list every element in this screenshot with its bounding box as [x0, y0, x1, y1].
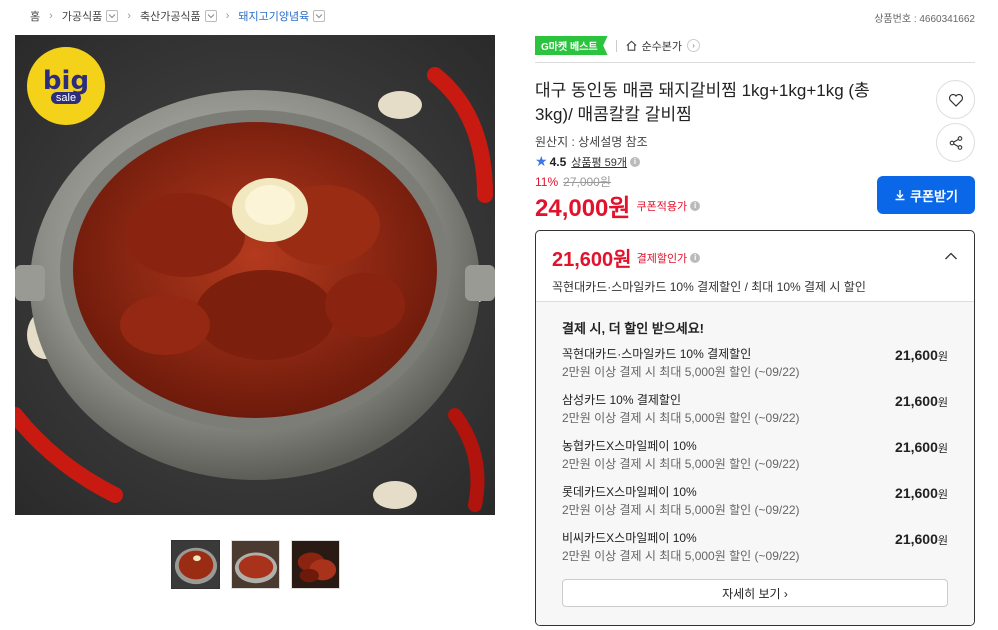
review-link[interactable]: 상품평 59개 [571, 154, 627, 170]
star-icon: ★ [535, 153, 548, 169]
card-price-value: 21,600 [895, 347, 938, 363]
gmarket-best-badge: G마켓 베스트 [535, 36, 608, 55]
sale-price: 24,000원 [535, 195, 631, 222]
breadcrumb-processed-food-label[interactable]: 가공식품 [62, 8, 102, 24]
card-discount-row: 삼성카드 10% 결제할인 2만원 이상 결제 시 최대 5,000원 할인 (… [562, 391, 948, 437]
product-number: 상품번호 : 4660341662 [874, 14, 975, 25]
big-sale-sale-text: sale [50, 92, 82, 104]
chevron-up-icon[interactable] [944, 249, 958, 263]
breadcrumb-pork[interactable]: 돼지고기양념육 [238, 8, 326, 24]
heart-icon [948, 93, 963, 107]
chevron-right-icon[interactable]: › [687, 39, 701, 52]
rating-row: ★ 4.5 상품평 59개 i [535, 153, 641, 170]
big-sale-badge: big sale [27, 47, 105, 125]
breadcrumb-separator: › [225, 10, 230, 22]
payment-price-label: 결제할인가 [636, 252, 688, 265]
card-price-unit: 원 [937, 351, 948, 363]
card-price: 21,600원 [895, 439, 948, 483]
rating-score: 4.5 [549, 154, 567, 169]
main-product-image[interactable]: big sale [15, 35, 495, 515]
info-icon[interactable]: i [630, 156, 641, 167]
get-coupon-button[interactable]: 쿠폰받기 [877, 176, 975, 214]
product-title: 대구 동인동 매콤 돼지갈비찜 1kg+1kg+1kg (총 3kg)/ 매콤칼… [535, 81, 870, 124]
thumbnail-3[interactable] [291, 540, 340, 589]
breadcrumb-livestock[interactable]: 축산가공식품 [140, 8, 217, 24]
view-details-button[interactable]: 자세히 보기 › [562, 579, 948, 607]
payment-price: 21,600원 [552, 249, 632, 271]
chevron-down-icon[interactable] [313, 10, 326, 22]
divider [615, 39, 617, 52]
card-discount-row: 비씨카드X스마일페이 10% 2만원 이상 결제 시 최대 5,000원 할인 … [562, 529, 948, 575]
breadcrumb-livestock-label[interactable]: 축산가공식품 [140, 8, 201, 24]
share-button[interactable] [936, 123, 975, 162]
card-name: 비씨카드X스마일페이 10% [562, 531, 697, 545]
breadcrumb-separator: › [49, 10, 53, 22]
breadcrumb-home-label[interactable]: 홈 [30, 8, 40, 24]
card-name: 삼성카드 10% 결제할인 [562, 393, 682, 407]
product-info: G마켓 베스트 순수본가 › 대구 동인동 매콤 돼지갈비찜 1kg+1kg+1… [535, 35, 975, 626]
chevron-down-icon[interactable] [204, 10, 217, 22]
breadcrumb-home[interactable]: 홈 [30, 8, 40, 24]
card-price-value: 21,600 [895, 531, 938, 547]
thumbnail-2[interactable] [231, 540, 280, 589]
share-icon [949, 135, 962, 150]
payment-discount-header[interactable]: 21,600원 결제할인가 i 꼭현대카드·스마일카드 10% 결제할인 / 최… [536, 231, 974, 302]
card-price-unit: 원 [937, 443, 948, 455]
chevron-down-icon[interactable] [106, 10, 119, 22]
big-sale-big-text: big [42, 66, 90, 96]
breadcrumb-pork-label[interactable]: 돼지고기양념육 [238, 8, 309, 24]
download-icon [895, 190, 905, 201]
info-icon[interactable]: i [690, 200, 701, 211]
card-price-value: 21,600 [895, 485, 938, 501]
breadcrumb-separator: › [127, 10, 131, 22]
card-condition: 2만원 이상 결제 시 최대 5,000원 할인 (~09/22) [562, 549, 800, 563]
badge-row: G마켓 베스트 순수본가 › [535, 35, 975, 63]
card-price-value: 21,600 [895, 393, 938, 409]
card-discount-row: 농협카드X스마일페이 10% 2만원 이상 결제 시 최대 5,000원 할인 … [562, 437, 948, 483]
store-link[interactable]: 순수본가 › [625, 38, 701, 54]
card-discount-row: 롯데카드X스마일페이 10% 2만원 이상 결제 시 최대 5,000원 할인 … [562, 483, 948, 529]
payment-discount-panel: 21,600원 결제할인가 i 꼭현대카드·스마일카드 10% 결제할인 / 최… [535, 230, 975, 626]
breadcrumb-processed-food[interactable]: 가공식품 [62, 8, 119, 24]
coupon-price-label: 쿠폰적용가 [636, 200, 688, 213]
thumbnail-1[interactable] [171, 540, 220, 589]
wishlist-button[interactable] [936, 80, 975, 119]
card-price-value: 21,600 [895, 439, 938, 455]
card-price: 21,600원 [895, 393, 948, 437]
payment-description: 꼭현대카드·스마일카드 10% 결제할인 / 최대 10% 결제 시 할인 [552, 280, 866, 294]
card-price: 21,600원 [895, 347, 948, 391]
info-icon[interactable]: i [690, 252, 701, 263]
card-name: 롯데카드X스마일페이 10% [562, 485, 697, 499]
card-name: 꼭현대카드·스마일카드 10% 결제할인 [562, 347, 752, 361]
card-price-unit: 원 [937, 397, 948, 409]
discount-rate: 11% [535, 174, 559, 189]
card-discount-row: 꼭현대카드·스마일카드 10% 결제할인 2만원 이상 결제 시 최대 5,00… [562, 345, 948, 391]
card-price-unit: 원 [937, 489, 948, 501]
price-row: 24,000원 쿠폰적용가 i [535, 188, 701, 223]
card-condition: 2만원 이상 결제 시 최대 5,000원 할인 (~09/22) [562, 503, 800, 517]
get-coupon-label[interactable]: 쿠폰받기 [910, 186, 958, 205]
card-price-unit: 원 [937, 535, 948, 547]
card-condition: 2만원 이상 결제 시 최대 5,000원 할인 (~09/22) [562, 457, 800, 471]
card-condition: 2만원 이상 결제 시 최대 5,000원 할인 (~09/22) [562, 365, 800, 379]
thumbnail-list [171, 540, 340, 589]
card-price: 21,600원 [895, 531, 948, 575]
breadcrumb: 홈 › 가공식품 › 축산가공식품 › 돼지고기양념육 [30, 8, 326, 24]
payment-discount-list: 결제 시, 더 할인 받으세요! 꼭현대카드·스마일카드 10% 결제할인 2만… [536, 302, 974, 625]
card-name: 농협카드X스마일페이 10% [562, 439, 697, 453]
payment-section-title: 결제 시, 더 할인 받으세요! [562, 321, 704, 336]
origin-info: 원산지 : 상세설명 참조 [535, 135, 648, 149]
card-price: 21,600원 [895, 485, 948, 529]
card-condition: 2만원 이상 결제 시 최대 5,000원 할인 (~09/22) [562, 411, 800, 425]
home-icon [626, 40, 637, 51]
store-name[interactable]: 순수본가 [642, 38, 682, 54]
